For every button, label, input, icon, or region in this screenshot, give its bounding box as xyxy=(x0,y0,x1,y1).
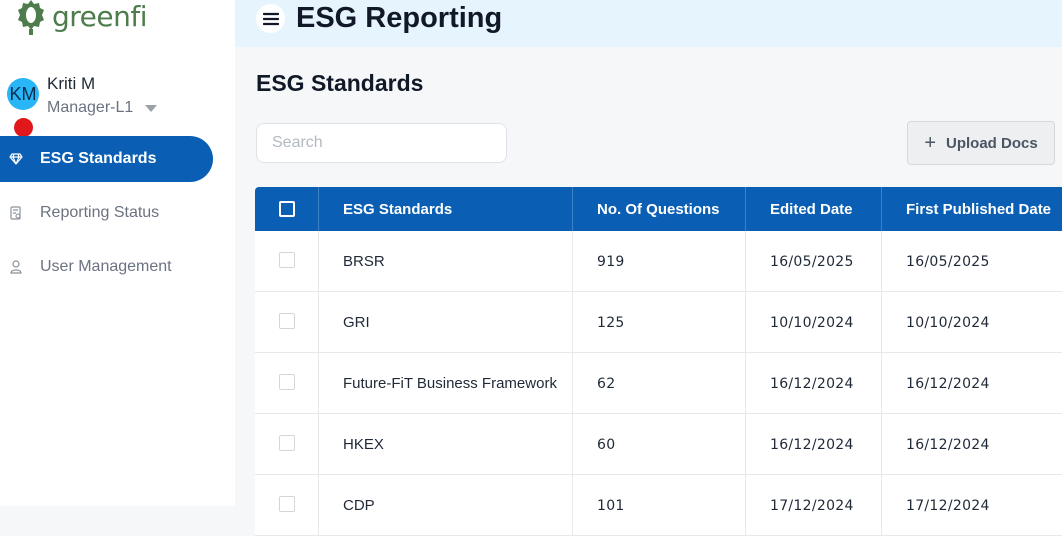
table-row[interactable]: BRSR 919 16/05/2025 16/05/2025 xyxy=(255,231,1062,292)
standard-name: HKEX xyxy=(319,414,573,475)
sidebar-item-label: Reporting Status xyxy=(40,204,160,221)
row-checkbox[interactable] xyxy=(278,251,295,268)
table-row[interactable]: Future-FiT Business Framework 62 16/12/2… xyxy=(255,353,1062,414)
diamond-icon xyxy=(8,151,24,167)
question-count: 60 xyxy=(573,414,746,475)
section-title: ESG Standards xyxy=(256,70,424,96)
notification-dot xyxy=(14,118,33,137)
select-all-cell xyxy=(255,187,319,231)
sidebar-item-reporting-status[interactable]: Reporting Status xyxy=(0,190,213,236)
column-header-edited-date[interactable]: Edited Date xyxy=(746,187,882,231)
first-published-date: 10/10/2024 xyxy=(906,314,990,331)
row-checkbox[interactable] xyxy=(278,373,295,390)
esg-standards-table: ESG Standards No. Of Questions Edited Da… xyxy=(255,187,1062,536)
row-select-cell xyxy=(255,231,319,292)
greenfi-logo-icon xyxy=(18,0,44,35)
user-name: Kriti M xyxy=(47,74,96,93)
plus-icon: + xyxy=(924,131,936,154)
edited-date: 10/10/2024 xyxy=(746,292,882,353)
user-icon xyxy=(8,259,24,275)
caret-down-icon[interactable] xyxy=(145,104,158,112)
search-input[interactable] xyxy=(256,123,507,163)
question-count: 125 xyxy=(573,292,746,353)
top-bar: ESG Reporting xyxy=(235,0,1062,47)
user-role-dropdown[interactable]: Manager-L1 xyxy=(47,99,158,117)
standard-name: GRI xyxy=(319,292,573,353)
row-select-cell xyxy=(255,353,319,414)
sidebar-item-label: ESG Standards xyxy=(40,150,157,167)
logo-text: greenfi xyxy=(52,0,148,33)
first-published-date: 16/12/2024 xyxy=(906,375,990,392)
question-count: 62 xyxy=(573,353,746,414)
sidebar-item-esg-standards[interactable]: ESG Standards xyxy=(0,136,213,182)
row-checkbox[interactable] xyxy=(278,495,295,512)
sidebar-item-label: User Management xyxy=(40,258,172,275)
standard-name: Future-FiT Business Framework xyxy=(319,353,573,414)
brand-logo[interactable]: greenfi xyxy=(16,0,148,36)
upload-docs-label: Upload Docs xyxy=(946,134,1038,152)
sidebar: greenfi KM Kriti M Manager-L1 ESG Standa… xyxy=(0,0,235,506)
report-icon xyxy=(8,205,24,221)
column-header-esg-standards[interactable]: ESG Standards xyxy=(319,187,573,231)
first-published-date: 16/12/2024 xyxy=(906,436,990,453)
edited-date: 16/05/2025 xyxy=(746,231,882,292)
row-checkbox[interactable] xyxy=(278,434,295,451)
first-published-date: 16/05/2025 xyxy=(906,253,990,270)
sidebar-item-user-management[interactable]: User Management xyxy=(0,244,213,290)
row-checkbox[interactable] xyxy=(278,312,295,329)
table-row[interactable]: GRI 125 10/10/2024 10/10/2024 xyxy=(255,292,1062,353)
table-row[interactable]: HKEX 60 16/12/2024 16/12/2024 xyxy=(255,414,1062,475)
menu-button[interactable] xyxy=(256,4,285,33)
row-select-cell xyxy=(255,414,319,475)
column-header-first-published-date[interactable]: First Published Date xyxy=(882,187,1062,231)
upload-docs-button[interactable]: + Upload Docs xyxy=(907,121,1055,165)
user-role: Manager-L1 xyxy=(47,99,134,116)
question-count: 919 xyxy=(573,231,746,292)
edited-date: 16/12/2024 xyxy=(746,414,882,475)
select-all-checkbox[interactable] xyxy=(278,201,295,217)
avatar[interactable]: KM xyxy=(7,78,39,110)
hamburger-menu-icon xyxy=(262,12,279,25)
column-header-questions[interactable]: No. Of Questions xyxy=(573,187,746,231)
row-select-cell xyxy=(255,292,319,353)
standard-name: BRSR xyxy=(319,231,573,292)
table-header: ESG Standards No. Of Questions Edited Da… xyxy=(255,187,1062,231)
edited-date: 16/12/2024 xyxy=(746,353,882,414)
page-title: ESG Reporting xyxy=(296,2,503,34)
